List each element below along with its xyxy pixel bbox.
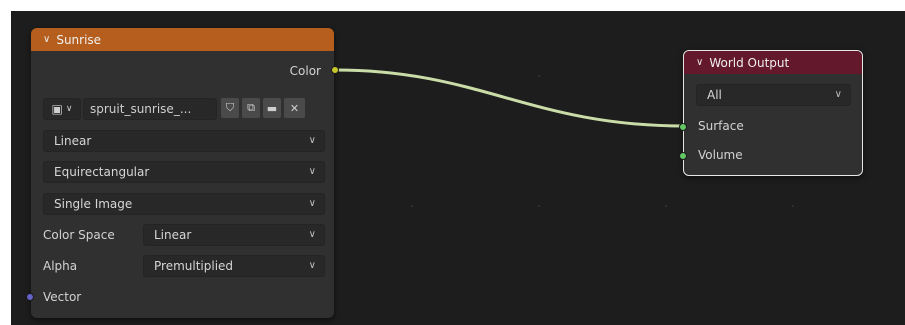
close-icon[interactable]: ✕ — [284, 98, 305, 118]
chevron-down-icon: ∨ — [834, 89, 842, 100]
volume-input-socket[interactable] — [679, 152, 687, 160]
sunrise-node-header[interactable]: ∨ Sunrise — [31, 28, 334, 51]
chevron-down-icon: ∨ — [308, 166, 316, 177]
surface-input-socket[interactable] — [679, 123, 687, 131]
color-output-socket[interactable] — [331, 66, 339, 74]
image-name-field[interactable]: spruit_sunrise_... — [83, 98, 217, 120]
world-output-node[interactable]: ∨ World Output All ∨ Surface Volume — [679, 50, 863, 176]
image-type-button[interactable]: ▣ ∨ — [43, 98, 81, 120]
source-dropdown[interactable]: Single Image ∨ — [43, 193, 325, 215]
color-space-value: Linear — [154, 228, 192, 242]
duplicate-icon[interactable]: ⧉ — [242, 98, 260, 118]
alpha-dropdown[interactable]: Premultiplied ∨ — [143, 255, 325, 277]
image-icon: ▣ — [51, 102, 63, 116]
world-output-title: World Output — [709, 55, 790, 70]
chevron-down-icon: ∨ — [65, 104, 73, 114]
chevron-down-icon: ∨ — [308, 135, 316, 146]
color-space-label: Color Space — [43, 228, 115, 242]
surface-label: Surface — [698, 119, 744, 133]
alpha-value: Premultiplied — [154, 259, 234, 273]
color-output-label: Color — [289, 64, 321, 78]
color-space-dropdown[interactable]: Linear ∨ — [143, 224, 325, 246]
image-name: spruit_sunrise_... — [90, 102, 192, 116]
source-value: Single Image — [54, 197, 133, 211]
sunrise-node[interactable]: ∨ Sunrise Color ▣ ∨ spruit_sunrise_... ⛉… — [26, 28, 339, 318]
collapse-chevron-icon[interactable]: ∨ — [696, 57, 703, 68]
volume-label: Volume — [698, 148, 743, 162]
interpolation-dropdown[interactable]: Linear ∨ — [43, 130, 325, 152]
sunrise-node-title: Sunrise — [56, 32, 102, 47]
chevron-down-icon: ∨ — [308, 229, 316, 240]
alpha-label: Alpha — [43, 259, 78, 273]
folder-icon[interactable]: ▬ — [263, 98, 281, 118]
interpolation-value: Linear — [54, 134, 92, 148]
target-value: All — [707, 88, 722, 102]
target-dropdown[interactable]: All ∨ — [696, 84, 851, 106]
vector-input-socket[interactable] — [26, 293, 34, 301]
shield-icon[interactable]: ⛉ — [221, 98, 239, 118]
chevron-down-icon: ∨ — [308, 260, 316, 271]
projection-value: Equirectangular — [54, 165, 150, 179]
world-output-header[interactable]: ∨ World Output — [684, 51, 862, 74]
collapse-chevron-icon[interactable]: ∨ — [43, 34, 50, 45]
chevron-down-icon: ∨ — [308, 198, 316, 209]
projection-dropdown[interactable]: Equirectangular ∨ — [43, 161, 325, 183]
vector-input-label: Vector — [43, 290, 82, 304]
node-editor-canvas[interactable]: ∨ Sunrise Color ▣ ∨ spruit_sunrise_... ⛉… — [11, 11, 905, 325]
